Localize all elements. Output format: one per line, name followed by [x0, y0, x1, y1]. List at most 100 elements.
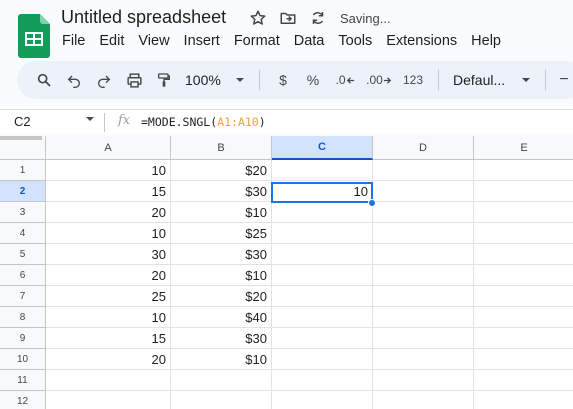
row-header-11[interactable]: 11 [0, 370, 46, 391]
cell-e9[interactable] [474, 328, 573, 349]
cell-a5[interactable]: 30 [46, 244, 171, 265]
name-box[interactable]: C2 [14, 114, 31, 129]
row-header-9[interactable]: 9 [0, 328, 46, 349]
menu-view[interactable]: View [131, 31, 176, 51]
column-header-b[interactable]: B [171, 136, 272, 160]
document-title[interactable]: Untitled spreadsheet [61, 7, 226, 28]
cell-e5[interactable] [474, 244, 573, 265]
row-header-2[interactable]: 2 [0, 181, 46, 202]
row-header-8[interactable]: 8 [0, 307, 46, 328]
cell-b1[interactable]: $20 [171, 160, 272, 181]
cell-b10[interactable]: $10 [171, 349, 272, 370]
cell-c9[interactable] [272, 328, 373, 349]
cell-d5[interactable] [373, 244, 474, 265]
cell-a1[interactable]: 10 [46, 160, 171, 181]
undo-icon[interactable] [59, 66, 89, 94]
cell-b6[interactable]: $10 [171, 265, 272, 286]
column-header-d[interactable]: D [373, 136, 474, 160]
cell-e2[interactable] [474, 181, 573, 202]
search-menus-icon[interactable] [29, 66, 59, 94]
decrease-font-size-button[interactable]: − [554, 66, 573, 94]
cell-c6[interactable] [272, 265, 373, 286]
column-header-e[interactable]: E [474, 136, 573, 160]
fill-handle[interactable] [368, 199, 376, 207]
paint-format-icon[interactable] [149, 66, 179, 94]
cell-a11[interactable] [46, 370, 171, 391]
cell-a6[interactable]: 20 [46, 265, 171, 286]
row-header-6[interactable]: 6 [0, 265, 46, 286]
cell-d3[interactable] [373, 202, 474, 223]
menu-insert[interactable]: Insert [177, 31, 227, 51]
cell-d8[interactable] [373, 307, 474, 328]
cell-e6[interactable] [474, 265, 573, 286]
cell-e11[interactable] [474, 370, 573, 391]
cell-e8[interactable] [474, 307, 573, 328]
print-icon[interactable] [119, 66, 149, 94]
cell-b9[interactable]: $30 [171, 328, 272, 349]
cell-a4[interactable]: 10 [46, 223, 171, 244]
menu-data[interactable]: Data [287, 31, 332, 51]
cell-b4[interactable]: $25 [171, 223, 272, 244]
row-header-10[interactable]: 10 [0, 349, 46, 370]
cell-d1[interactable] [373, 160, 474, 181]
cell-e4[interactable] [474, 223, 573, 244]
cell-b7[interactable]: $20 [171, 286, 272, 307]
star-icon[interactable] [248, 8, 268, 28]
format-currency-button[interactable]: $ [268, 66, 298, 94]
cell-b8[interactable]: $40 [171, 307, 272, 328]
row-header-4[interactable]: 4 [0, 223, 46, 244]
redo-icon[interactable] [89, 66, 119, 94]
cell-a2[interactable]: 15 [46, 181, 171, 202]
formula-input[interactable]: =MODE.SNGL(A1:A10) [141, 115, 266, 129]
cell-d7[interactable] [373, 286, 474, 307]
cell-c3[interactable] [272, 202, 373, 223]
cell-c4[interactable] [272, 223, 373, 244]
cell-d2[interactable] [373, 181, 474, 202]
cell-a9[interactable]: 15 [46, 328, 171, 349]
freeze-handle[interactable] [0, 136, 42, 140]
menu-help[interactable]: Help [464, 31, 508, 51]
decrease-decimal-button[interactable]: .0 [328, 66, 362, 94]
column-header-c[interactable]: C [272, 136, 373, 160]
cell-c11[interactable] [272, 370, 373, 391]
row-header-1[interactable]: 1 [0, 160, 46, 181]
row-header-7[interactable]: 7 [0, 286, 46, 307]
cell-c5[interactable] [272, 244, 373, 265]
format-percent-button[interactable]: % [298, 66, 328, 94]
cell-b11[interactable] [171, 370, 272, 391]
cell-e12[interactable] [474, 391, 573, 409]
column-header-a[interactable]: A [46, 136, 171, 160]
cell-e1[interactable] [474, 160, 573, 181]
cell-e7[interactable] [474, 286, 573, 307]
cell-c7[interactable] [272, 286, 373, 307]
cell-c8[interactable] [272, 307, 373, 328]
select-all-corner[interactable] [0, 136, 46, 160]
menu-format[interactable]: Format [227, 31, 287, 51]
cell-c10[interactable] [272, 349, 373, 370]
cell-c1[interactable] [272, 160, 373, 181]
cell-b3[interactable]: $10 [171, 202, 272, 223]
font-select[interactable]: Defaul... [447, 66, 537, 94]
increase-decimal-button[interactable]: .00 [362, 66, 396, 94]
row-header-12[interactable]: 12 [0, 391, 46, 409]
menu-file[interactable]: File [55, 31, 92, 51]
row-header-5[interactable]: 5 [0, 244, 46, 265]
zoom-select[interactable]: 100% [179, 66, 251, 94]
cell-e10[interactable] [474, 349, 573, 370]
row-header-3[interactable]: 3 [0, 202, 46, 223]
more-formats-button[interactable]: 123 [396, 66, 430, 94]
cell-b2[interactable]: $30 [171, 181, 272, 202]
cell-a3[interactable]: 20 [46, 202, 171, 223]
cell-d6[interactable] [373, 265, 474, 286]
cell-c12[interactable] [272, 391, 373, 409]
cell-a7[interactable]: 25 [46, 286, 171, 307]
menu-edit[interactable]: Edit [92, 31, 131, 51]
menu-extensions[interactable]: Extensions [379, 31, 464, 51]
cell-a10[interactable]: 20 [46, 349, 171, 370]
cell-d12[interactable] [373, 391, 474, 409]
cell-a12[interactable] [46, 391, 171, 409]
cell-e3[interactable] [474, 202, 573, 223]
name-box-dropdown[interactable] [85, 114, 95, 127]
cell-d11[interactable] [373, 370, 474, 391]
menu-tools[interactable]: Tools [331, 31, 379, 51]
